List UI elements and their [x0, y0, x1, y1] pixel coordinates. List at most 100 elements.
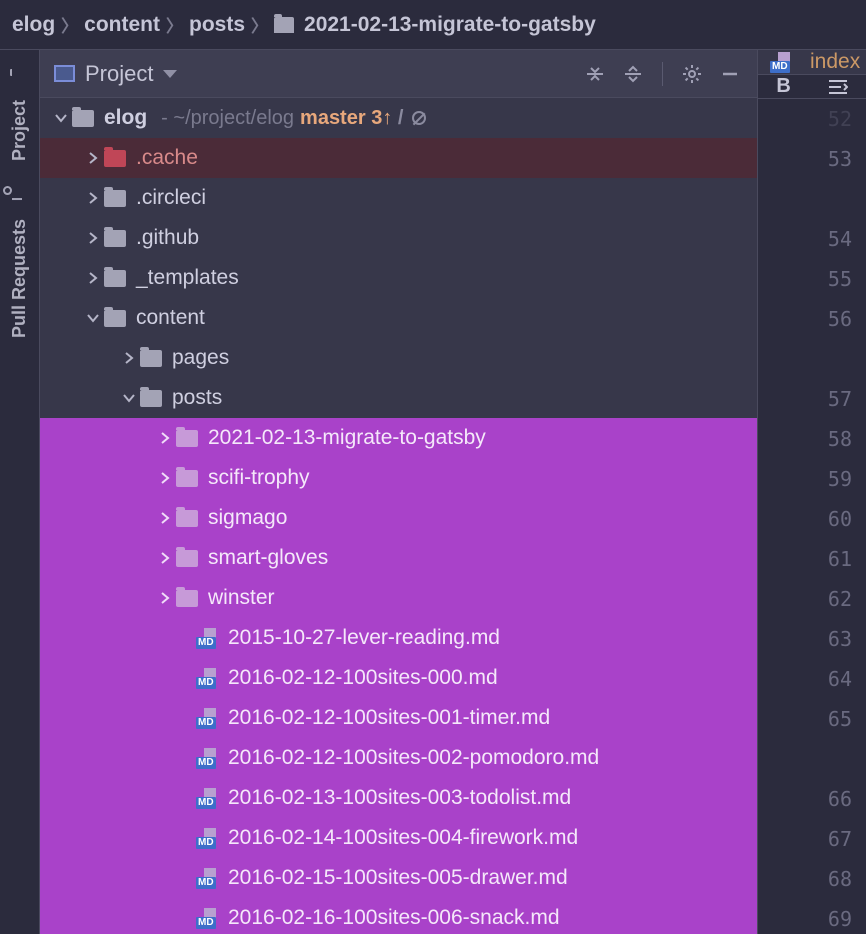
editor-area: index B 5253 545556 575859606162636465 6667… — [758, 50, 866, 934]
chevron-right-icon[interactable] — [154, 591, 176, 605]
tree-root[interactable]: elog - ~/project/elog master 3↑ / — [40, 98, 757, 138]
editor-tab[interactable]: index — [758, 50, 866, 75]
line-number[interactable]: 66 — [758, 779, 852, 819]
chevron-right-icon[interactable] — [154, 511, 176, 525]
minimize-button[interactable] — [717, 61, 743, 87]
line-number[interactable]: 55 — [758, 259, 852, 299]
line-number[interactable]: 69 — [758, 899, 852, 934]
tree-path: - ~/project/elog — [161, 107, 294, 130]
tree-item[interactable]: 2016-02-16-100sites-006-snack.md — [40, 898, 757, 934]
tree-item[interactable]: smart-gloves — [40, 538, 757, 578]
line-number[interactable]: 64 — [758, 659, 852, 699]
folder-icon — [72, 110, 94, 127]
chevron-right-icon[interactable] — [82, 191, 104, 205]
chevron-down-icon[interactable] — [82, 311, 104, 325]
project-tree[interactable]: elog - ~/project/elog master 3↑ / .cache… — [40, 98, 757, 934]
line-number[interactable]: 62 — [758, 579, 852, 619]
line-number[interactable]: 68 — [758, 859, 852, 899]
tree-label: content — [136, 306, 205, 330]
chevron-right-icon[interactable] — [82, 231, 104, 245]
tree-label: .circleci — [136, 186, 206, 210]
markdown-file-icon — [196, 867, 218, 889]
tree-item[interactable]: posts — [40, 378, 757, 418]
markdown-file-icon — [196, 707, 218, 729]
line-number[interactable]: 63 — [758, 619, 852, 659]
folder-icon — [104, 230, 126, 247]
line-number[interactable]: 60 — [758, 499, 852, 539]
markdown-file-icon — [196, 787, 218, 809]
line-number[interactable]: 57 — [758, 379, 852, 419]
chevron-right-icon[interactable] — [154, 551, 176, 565]
folder-icon — [176, 590, 198, 607]
line-number[interactable]: 54 — [758, 219, 852, 259]
tree-item[interactable]: 2016-02-12-100sites-000.md — [40, 658, 757, 698]
collapse-all-button[interactable] — [582, 61, 608, 87]
markdown-file-icon — [196, 627, 218, 649]
tree-label: pages — [172, 346, 229, 370]
separator — [662, 62, 663, 86]
tree-item[interactable]: .circleci — [40, 178, 757, 218]
tree-item[interactable]: 2016-02-12-100sites-001-timer.md — [40, 698, 757, 738]
line-number[interactable]: 65 — [758, 699, 852, 739]
tree-item[interactable]: scifi-trophy — [40, 458, 757, 498]
folder-icon — [13, 76, 27, 94]
line-number[interactable]: 59 — [758, 459, 852, 499]
folder-icon — [104, 310, 126, 327]
editor-tab-label: index — [810, 50, 860, 74]
project-panel: Project elog — [40, 50, 758, 934]
tool-window-project[interactable]: Project — [9, 60, 30, 179]
tree-item[interactable]: 2021-02-13-migrate-to-gatsby — [40, 418, 757, 458]
line-number-gap — [758, 179, 852, 219]
tree-item[interactable]: _templates — [40, 258, 757, 298]
line-number[interactable]: 67 — [758, 819, 852, 859]
breadcrumb-item[interactable]: content — [84, 13, 160, 37]
folder-icon — [140, 390, 162, 407]
line-number[interactable]: 61 — [758, 539, 852, 579]
align-button[interactable] — [828, 79, 848, 95]
chevron-down-icon[interactable] — [50, 111, 72, 125]
chevron-right-icon[interactable] — [82, 271, 104, 285]
tool-window-pull-requests[interactable]: Pull Requests — [9, 179, 30, 356]
tree-item[interactable]: 2016-02-12-100sites-002-pomodoro.md — [40, 738, 757, 778]
tree-item[interactable]: winster — [40, 578, 757, 618]
tree-label: 2016-02-12-100sites-000.md — [228, 666, 498, 690]
tree-label: .github — [136, 226, 199, 250]
tree-label: posts — [172, 386, 222, 410]
line-number[interactable]: 56 — [758, 299, 852, 339]
chevron-right-icon: 〉 — [251, 12, 268, 37]
tree-item[interactable]: 2016-02-14-100sites-004-firework.md — [40, 818, 757, 858]
line-number[interactable]: 52 — [758, 99, 852, 139]
line-number[interactable]: 53 — [758, 139, 852, 179]
tree-label: winster — [208, 586, 275, 610]
tree-item[interactable]: .github — [40, 218, 757, 258]
tree-label: 2016-02-15-100sites-005-drawer.md — [228, 866, 568, 890]
line-number[interactable]: 58 — [758, 419, 852, 459]
tree-item[interactable]: 2016-02-15-100sites-005-drawer.md — [40, 858, 757, 898]
tree-label: 2021-02-13-migrate-to-gatsby — [208, 426, 486, 450]
tree-item[interactable]: pages — [40, 338, 757, 378]
tool-window-strip: Project Pull Requests — [0, 50, 40, 934]
chevron-down-icon[interactable] — [118, 391, 140, 405]
tool-window-label: Pull Requests — [9, 219, 30, 338]
tree-item[interactable]: .cache — [40, 138, 757, 178]
tree-label: 2016-02-14-100sites-004-firework.md — [228, 826, 578, 850]
tree-item[interactable]: content — [40, 298, 757, 338]
expand-all-button[interactable] — [620, 61, 646, 87]
project-view-selector[interactable]: Project — [54, 61, 570, 87]
chevron-right-icon[interactable] — [154, 471, 176, 485]
chevron-right-icon[interactable] — [154, 431, 176, 445]
chevron-right-icon[interactable] — [82, 151, 104, 165]
tree-item[interactable]: 2015-10-27-lever-reading.md — [40, 618, 757, 658]
folder-icon — [104, 150, 126, 167]
project-view-icon — [54, 65, 75, 82]
bold-button[interactable]: B — [776, 75, 790, 98]
breadcrumb-item[interactable]: posts — [189, 13, 245, 37]
folder-icon — [176, 470, 198, 487]
tree-item[interactable]: sigmago — [40, 498, 757, 538]
chevron-right-icon[interactable] — [118, 351, 140, 365]
breadcrumb-item[interactable]: elog — [12, 13, 55, 37]
chevron-down-icon — [163, 70, 177, 78]
breadcrumb-item[interactable]: 2021-02-13-migrate-to-gatsby — [304, 13, 596, 37]
settings-button[interactable] — [679, 61, 705, 87]
tree-item[interactable]: 2016-02-13-100sites-003-todolist.md — [40, 778, 757, 818]
